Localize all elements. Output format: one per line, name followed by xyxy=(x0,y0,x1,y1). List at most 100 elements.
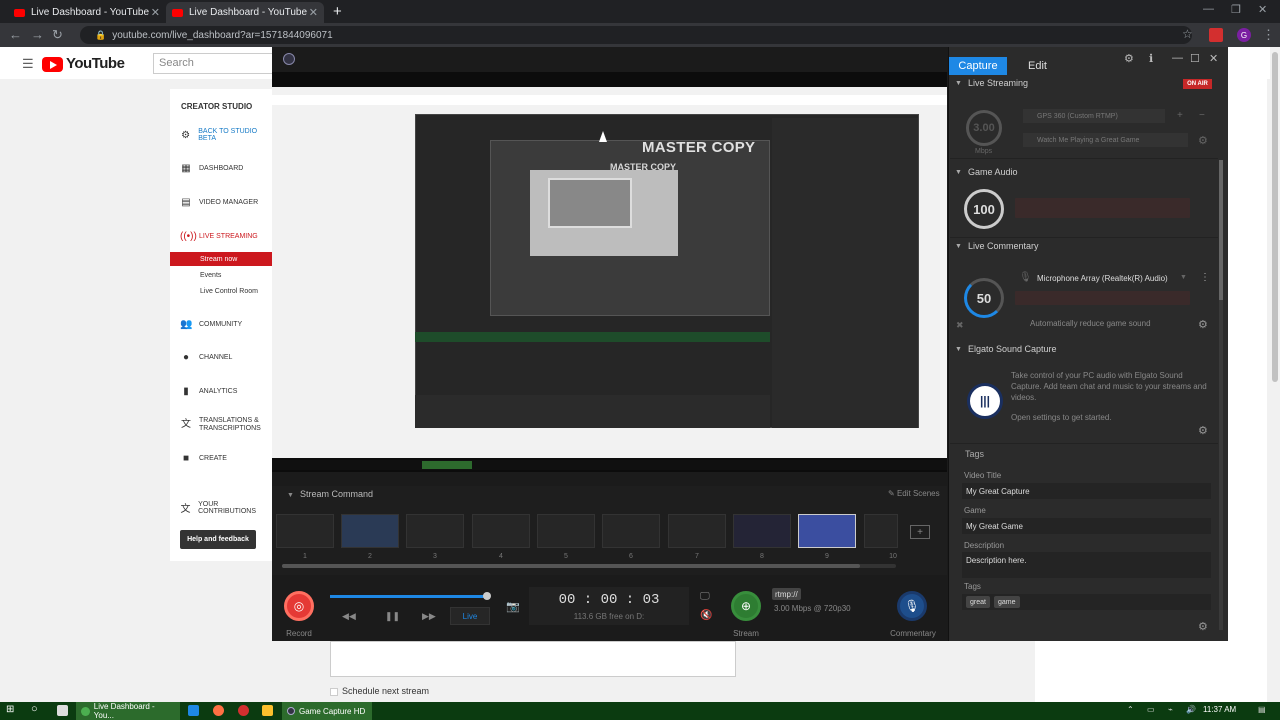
url-bar[interactable]: 🔒 youtube.com/live_dashboard?ar=15718440… xyxy=(80,26,1192,44)
sidebar-item-back-to-studio[interactable]: ⚙ BACK TO STUDIO BETA xyxy=(170,128,272,142)
commentary-gauge[interactable]: 50 xyxy=(964,278,1004,318)
reload-icon[interactable]: ↻ xyxy=(52,27,63,43)
close-tab-icon[interactable]: ✕ xyxy=(151,6,160,19)
tag-chip[interactable]: game xyxy=(994,596,1020,608)
sound-capture-link[interactable]: Open settings to get started. xyxy=(1011,413,1112,422)
add-server-icon[interactable]: + xyxy=(1177,110,1183,121)
sidebar-sub-stream-now[interactable]: Stream now xyxy=(170,252,272,266)
game-audio-gauge[interactable]: 100 xyxy=(964,189,1004,229)
mic-device-select[interactable]: Microphone Array (Realtek(R) Audio) xyxy=(1037,274,1168,283)
fast-forward-icon[interactable]: ▶▶ xyxy=(422,611,436,622)
tab-capture[interactable]: Capture xyxy=(949,57,1007,75)
scene-thumbnail[interactable] xyxy=(864,514,898,548)
live-button[interactable]: Live xyxy=(450,607,490,625)
scene-thumbnail[interactable] xyxy=(341,514,399,548)
stream-title-input[interactable]: Watch Me Playing a Great Game xyxy=(1023,133,1188,147)
scene-thumbnail[interactable] xyxy=(733,514,791,548)
panel-scrollbar[interactable] xyxy=(1219,160,1223,630)
sidebar-item-contributions[interactable]: 文 YOUR CONTRIBUTIONS xyxy=(170,500,272,516)
section-sound-capture[interactable]: ▼ Elgato Sound Capture xyxy=(949,342,1221,356)
pdf-extension-icon[interactable] xyxy=(1209,28,1223,42)
video-title-input[interactable]: My Great Capture xyxy=(962,483,1211,499)
mute-speaker-icon[interactable]: 🔇 xyxy=(700,610,712,621)
hamburger-menu-icon[interactable]: ☰ xyxy=(22,56,34,72)
sidebar-sub-live-control-room[interactable]: Live Control Room xyxy=(170,284,272,298)
pause-icon[interactable]: ❚❚ xyxy=(385,611,400,622)
youtube-logo-icon[interactable] xyxy=(42,57,63,72)
star-icon[interactable]: ☆ xyxy=(1182,27,1193,41)
screenshot-icon[interactable]: 📷 xyxy=(506,600,520,613)
sidebar-item-create[interactable]: ■ CREATE xyxy=(170,453,272,464)
stream-server-select[interactable]: GPS 360 (Custom RTMP) xyxy=(1023,109,1165,123)
youtube-wordmark[interactable]: YouTube xyxy=(66,55,125,72)
scene-thumbnail[interactable] xyxy=(798,514,856,548)
forward-icon[interactable]: → xyxy=(31,27,44,42)
menu-dots-icon[interactable]: ⋮ xyxy=(1262,27,1275,43)
profile-avatar[interactable]: G xyxy=(1237,28,1251,42)
close-window-icon[interactable]: ✕ xyxy=(1258,3,1267,16)
cortana-icon[interactable]: ○ xyxy=(31,703,38,715)
scene-thumbnail[interactable] xyxy=(602,514,660,548)
scene-thumbnail[interactable] xyxy=(537,514,595,548)
tags-settings-gear-icon[interactable]: ⚙ xyxy=(1198,620,1208,633)
scene-thumbnail[interactable] xyxy=(668,514,726,548)
search-input[interactable]: Search xyxy=(153,53,273,74)
tray-volume-icon[interactable]: 🔊 xyxy=(1186,705,1196,714)
mute-icon[interactable]: ✖ xyxy=(956,320,964,331)
notifications-icon[interactable]: ▤ xyxy=(1258,705,1266,714)
stream-command-title[interactable]: ▼ Stream Command xyxy=(287,489,373,499)
tray-chevron-icon[interactable]: ⌃ xyxy=(1127,705,1134,714)
browser-tab-1[interactable]: Live Dashboard - YouTube ✕ xyxy=(8,2,166,23)
task-view-icon[interactable] xyxy=(57,705,68,716)
auto-reduce-label[interactable]: Automatically reduce game sound xyxy=(1030,319,1151,328)
sidebar-item-dashboard[interactable]: ▦ DASHBOARD xyxy=(170,163,272,174)
remove-server-icon[interactable]: − xyxy=(1199,110,1205,121)
opera-icon[interactable] xyxy=(238,705,249,716)
sound-capture-gear-icon[interactable]: ⚙ xyxy=(1198,424,1208,437)
scene-thumbnail[interactable] xyxy=(276,514,334,548)
record-button[interactable]: ◎ xyxy=(284,591,314,621)
taskbar-item-chrome[interactable]: Live Dashboard - You... xyxy=(76,702,180,720)
panel-scrollbar-thumb[interactable] xyxy=(1219,160,1223,300)
sidebar-item-channel[interactable]: ● CHANNEL xyxy=(170,352,272,363)
tray-network-icon[interactable]: ⌁ xyxy=(1168,705,1173,714)
game-input[interactable]: My Great Game xyxy=(962,518,1211,534)
app-minimize-icon[interactable]: — xyxy=(1172,52,1183,64)
maximize-icon[interactable]: ❐ xyxy=(1231,3,1241,16)
tray-battery-icon[interactable]: ▭ xyxy=(1147,705,1155,714)
section-live-streaming[interactable]: ▼ Live Streaming xyxy=(949,76,1221,90)
scene-thumbnail[interactable] xyxy=(472,514,530,548)
taskbar-clock[interactable]: 11:37 AM xyxy=(1203,705,1236,714)
edge-icon[interactable] xyxy=(188,705,199,716)
app-maximize-icon[interactable]: ☐ xyxy=(1190,52,1200,65)
bitrate-gauge[interactable]: 3.00 xyxy=(966,110,1002,146)
scenes-scrollbar-thumb[interactable] xyxy=(282,564,860,568)
add-scene-button[interactable]: + xyxy=(910,525,930,539)
close-tab-icon[interactable]: ✕ xyxy=(309,6,318,19)
sidebar-item-translations[interactable]: 文 TRANSLATIONS & TRANSCRIPTIONS xyxy=(170,417,272,433)
settings-gear-icon[interactable]: ⚙ xyxy=(1124,52,1134,65)
tab-edit[interactable]: Edit xyxy=(1015,57,1060,75)
windows-start-icon[interactable]: ⊞ xyxy=(6,704,14,715)
stream-settings-gear-icon[interactable]: ⚙ xyxy=(1198,134,1208,147)
scenes-scrollbar[interactable] xyxy=(282,564,896,568)
scene-thumbnail[interactable] xyxy=(406,514,464,548)
page-scrollbar[interactable] xyxy=(1270,47,1280,702)
sidebar-item-community[interactable]: 👥 COMMUNITY xyxy=(170,319,272,330)
description-textarea[interactable] xyxy=(330,641,736,677)
firefox-icon[interactable] xyxy=(213,705,224,716)
chevron-down-icon[interactable]: ▼ xyxy=(1180,274,1187,281)
help-feedback-button[interactable]: Help and feedback xyxy=(180,530,256,549)
tag-chip[interactable]: great xyxy=(966,596,990,608)
minimize-icon[interactable]: — xyxy=(1203,3,1214,15)
playback-knob[interactable] xyxy=(483,592,491,600)
schedule-checkbox[interactable] xyxy=(330,687,338,696)
back-icon[interactable]: ← xyxy=(9,27,22,42)
sidebar-item-video-manager[interactable]: ▤ VIDEO MANAGER xyxy=(170,197,272,208)
browser-tab-2[interactable]: Live Dashboard - YouTube ✕ xyxy=(166,2,324,23)
sidebar-item-analytics[interactable]: ▮ ANALYTICS xyxy=(170,386,272,397)
more-icon[interactable]: ⋮ xyxy=(1200,272,1210,283)
taskbar-item-game-capture[interactable]: Game Capture HD xyxy=(282,702,372,720)
page-scrollbar-thumb[interactable] xyxy=(1272,52,1278,382)
commentary-button[interactable]: 🎙 xyxy=(897,591,927,621)
